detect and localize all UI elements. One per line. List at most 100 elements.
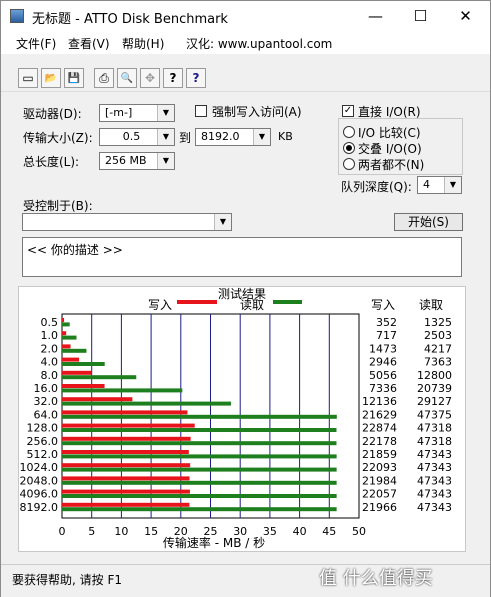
write-bar — [62, 331, 67, 336]
chevron-down-icon: ▼ — [214, 214, 231, 230]
help-glyph: ? — [169, 71, 177, 85]
controlled-by-select[interactable]: ▼ — [22, 213, 232, 231]
controlled-by-label: 受控制于(B): — [23, 199, 93, 213]
menu-localization[interactable]: 汉化: www.upantool.com — [186, 35, 332, 52]
value-labels: 352 1325 717 2503 1473 4217 2946 7363 5056 12800 7… — [362, 316, 452, 514]
force-write-checkbox[interactable] — [195, 105, 207, 117]
start-button[interactable]: 开始(S) — [394, 213, 463, 231]
read-bar — [62, 428, 337, 432]
io-compare-radio[interactable] — [343, 126, 355, 138]
read-value-label: 47318 — [417, 422, 452, 435]
read-value-label: 1325 — [424, 316, 452, 329]
read-bar — [62, 335, 77, 340]
close-button[interactable]: ✕ — [443, 1, 488, 32]
save-glyph: 💾 — [67, 72, 81, 84]
write-bar — [62, 410, 188, 415]
menu-help[interactable]: 帮助(H) — [122, 35, 164, 52]
transfer-from-select[interactable]: 0.5 ▼ — [99, 128, 175, 146]
menu-file[interactable]: 文件(F) — [16, 35, 56, 52]
title-bar[interactable]: 无标题 - ATTO Disk Benchmark — ☐ ✕ — [1, 1, 490, 32]
context-help-glyph: ? — [192, 71, 200, 85]
io-compare-label: I/O 比较(C) — [358, 126, 421, 140]
context-help-icon[interactable]: ? — [186, 68, 206, 88]
print-icon[interactable]: ⎙ — [94, 68, 114, 88]
x-tick-label: 0 — [59, 525, 66, 538]
read-legend-label: 读取 — [240, 298, 264, 312]
chevron-down-icon: ▼ — [444, 177, 461, 193]
write-bar — [62, 344, 71, 349]
write-bar — [62, 318, 65, 322]
y-tick-label: 8.0 — [41, 369, 59, 382]
app-icon — [10, 9, 24, 23]
read-bar — [62, 494, 337, 498]
open-icon[interactable]: 📂 — [41, 68, 61, 88]
y-tick-label: 4096.0 — [20, 488, 59, 501]
menu-view[interactable]: 查看(V) — [68, 35, 110, 52]
write-value-label: 21629 — [362, 408, 397, 421]
write-value-label: 12136 — [362, 395, 397, 408]
write-bar — [62, 463, 191, 468]
menu-bar: 文件(F) 查看(V) 帮助(H) 汉化: www.upantool.com — [1, 32, 490, 54]
read-value-label: 29127 — [417, 395, 452, 408]
queue-depth-select[interactable]: 4 ▼ — [417, 176, 462, 194]
maximize-button[interactable]: ☐ — [398, 1, 443, 32]
toolbar: ▭ 📂 💾 ⎙ 🔍 ✥ ? ? — [1, 55, 490, 92]
read-bar — [62, 507, 337, 512]
help-icon[interactable]: ? — [163, 68, 183, 88]
description-field[interactable]: << 你的描述 >> — [22, 237, 462, 277]
direct-io-checkbox[interactable]: ✓ — [342, 105, 354, 117]
drive-select[interactable]: [-m-] ▼ — [99, 104, 175, 122]
overlap-io-radio[interactable] — [343, 142, 355, 154]
write-value-label: 717 — [376, 329, 397, 342]
y-tick-label: 32.0 — [34, 395, 59, 408]
y-tick-label: 8192.0 — [20, 501, 59, 514]
read-bar — [62, 467, 337, 472]
neither-radio[interactable] — [343, 158, 355, 170]
to-label: 到 — [179, 131, 192, 145]
read-value-label: 47375 — [417, 408, 452, 421]
print-preview-icon[interactable]: 🔍 — [117, 68, 137, 88]
read-value-label: 47318 — [417, 435, 452, 448]
write-bar — [62, 357, 80, 362]
move-icon[interactable]: ✥ — [140, 68, 160, 88]
new-icon[interactable]: ▭ — [18, 68, 38, 88]
total-length-label: 总长度(L): — [23, 155, 80, 169]
x-axis-label: 传输速率 - MB / 秒 — [163, 535, 265, 550]
write-legend-label: 写入 — [148, 298, 172, 312]
write-value-label: 1473 — [369, 342, 397, 355]
queue-depth-label: 队列深度(Q): — [341, 180, 412, 194]
read-bar — [62, 322, 70, 327]
write-value-label: 21984 — [362, 474, 397, 487]
neither-label: 两者都不(N) — [358, 158, 425, 172]
write-value-label: 22057 — [362, 488, 397, 501]
read-value-label: 4217 — [424, 342, 452, 355]
watermark: 值 什么值得买 — [319, 568, 433, 589]
write-value-label: 7336 — [369, 382, 397, 395]
x-tick-label: 45 — [322, 525, 336, 538]
read-bar — [62, 401, 231, 406]
drive-value: [-m-] — [105, 106, 133, 119]
save-icon[interactable]: 💾 — [64, 68, 84, 88]
write-value-label: 5056 — [369, 369, 397, 382]
read-value-label: 47343 — [417, 488, 452, 501]
x-tick-label: 50 — [352, 525, 366, 538]
write-bar — [62, 370, 92, 375]
write-legend-swatch — [177, 300, 217, 304]
transfer-size-label: 传输大小(Z): — [23, 131, 93, 145]
read-bar — [62, 414, 337, 419]
y-tick-label: 16.0 — [34, 382, 59, 395]
read-value-label: 47343 — [417, 461, 452, 474]
app-window: 无标题 - ATTO Disk Benchmark — ☐ ✕ 文件(F) 查看… — [0, 0, 491, 597]
preview-glyph: 🔍 — [120, 72, 134, 84]
y-tick-label: 512.0 — [27, 448, 59, 461]
chevron-down-icon: ▼ — [157, 129, 174, 145]
y-tick-label: 128.0 — [27, 422, 59, 435]
write-bar — [62, 502, 190, 507]
total-length-select[interactable]: 256 MB ▼ — [99, 152, 175, 170]
y-tick-label: 256.0 — [27, 435, 59, 448]
write-bar — [62, 384, 105, 388]
transfer-to-select[interactable]: 8192.0 ▼ — [195, 128, 271, 146]
total-length-value: 256 MB — [105, 154, 147, 167]
minimize-button[interactable]: — — [353, 1, 398, 32]
overlap-io-label: 交叠 I/O(O) — [358, 142, 422, 156]
